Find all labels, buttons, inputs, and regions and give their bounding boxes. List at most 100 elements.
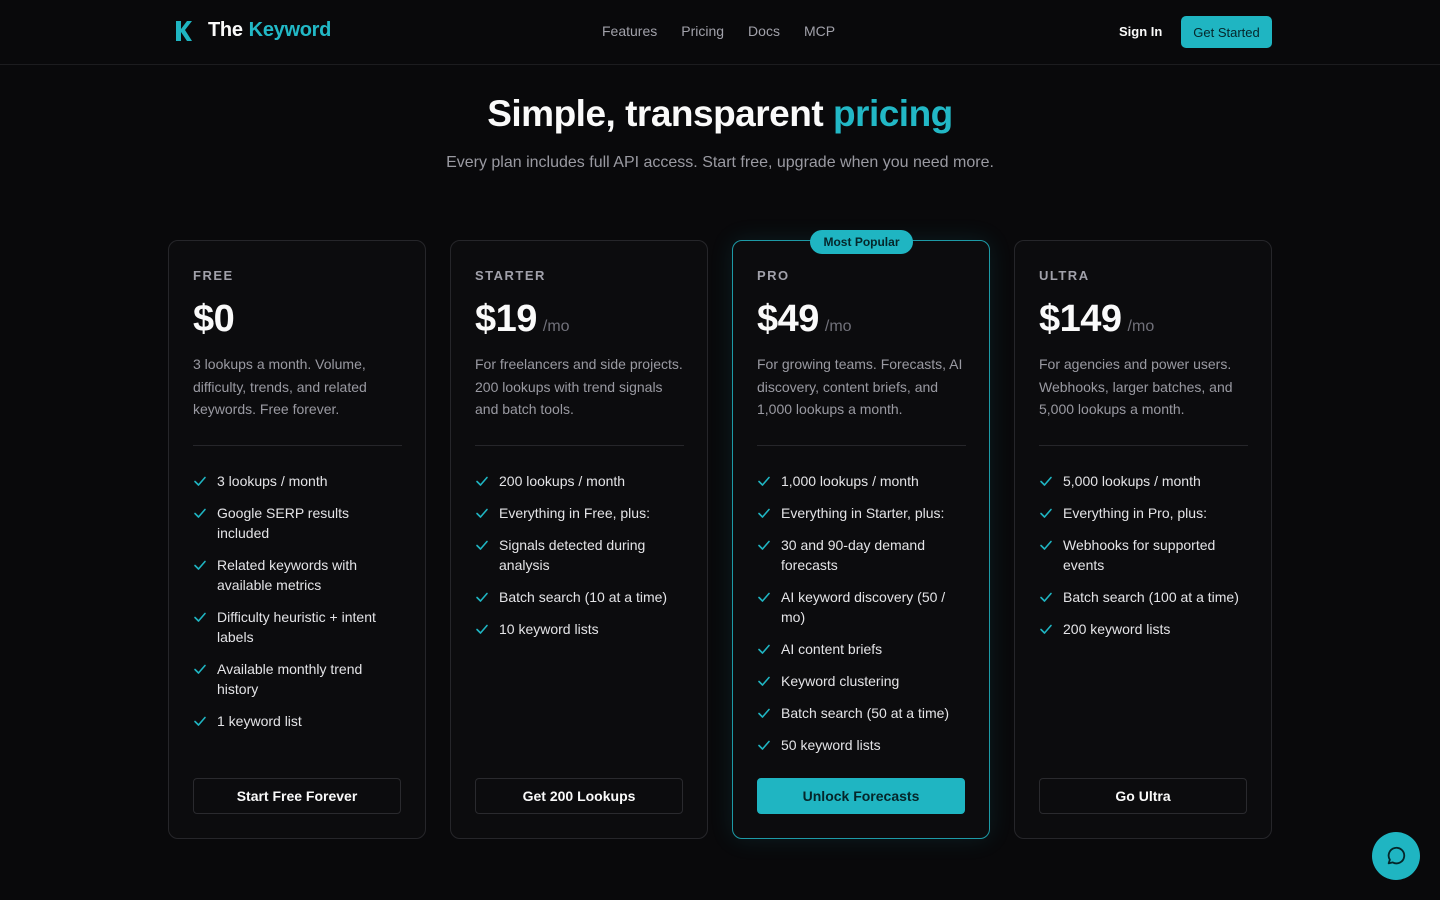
- plan-feature-text: 200 lookups / month: [499, 473, 626, 489]
- check-icon: [1040, 476, 1052, 486]
- check-icon: [194, 612, 206, 622]
- plan-cta-button-pro[interactable]: Unlock Forecasts: [757, 778, 965, 814]
- plan-feature-list: 5,000 lookups / month Everything in Pro, …: [1039, 471, 1251, 651]
- plan-tier: ULTRA: [1039, 268, 1090, 283]
- plan-feature-item: Google SERP results included: [193, 503, 405, 543]
- plan-feature-text: 1 keyword list: [217, 713, 302, 729]
- plan-description: For growing teams. Forecasts, AI discove…: [757, 356, 963, 417]
- plan-feature-item: Everything in Starter, plus:: [757, 503, 969, 523]
- plan-feature-item: Difficulty heuristic + intent labels: [193, 607, 405, 647]
- plan-feature-text: Everything in Starter, plus:: [781, 505, 945, 521]
- check-icon: [476, 540, 488, 550]
- plan-divider: [193, 445, 402, 446]
- plan-feature-text: 3 lookups / month: [217, 473, 328, 489]
- plan-feature-item: Everything in Free, plus:: [475, 503, 687, 523]
- plan-feature-text: 30 and 90-day demand forecasts: [781, 537, 925, 573]
- plan-feature-text: Batch search (50 at a time): [781, 705, 950, 721]
- check-icon: [758, 476, 770, 486]
- plan-cta-button-free[interactable]: Start Free Forever: [193, 778, 401, 814]
- plan-price: $0: [193, 298, 235, 340]
- plan-card-free: FREE $0 3 lookups a month. Volume, diffi…: [168, 240, 426, 839]
- plan-cta-button-ultra[interactable]: Go Ultra: [1039, 778, 1247, 814]
- plan-feature-text: Batch search (100 at a time): [1063, 589, 1239, 605]
- check-icon: [194, 560, 206, 570]
- plan-price-row: $0: [193, 298, 240, 341]
- plan-price: $19: [475, 298, 537, 340]
- plan-feature-item: 50 keyword lists: [757, 735, 969, 755]
- check-icon: [476, 592, 488, 602]
- plan-feature-item: Webhooks for supported events: [1039, 535, 1251, 575]
- plan-feature-item: Related keywords with available metrics: [193, 555, 405, 595]
- plan-feature-text: Available monthly trend history: [217, 661, 363, 697]
- chat-launcher-button[interactable]: [1372, 832, 1420, 880]
- plan-feature-text: Keyword clustering: [781, 673, 900, 689]
- get-started-button[interactable]: Get Started: [1181, 16, 1272, 48]
- plan-feature-item: 10 keyword lists: [475, 619, 687, 639]
- plan-period: /mo: [824, 318, 852, 335]
- plan-price-row: $49 /mo: [757, 298, 852, 341]
- plan-description: For freelancers and side projects. 200 l…: [475, 356, 683, 417]
- plan-cta-button-starter[interactable]: Get 200 Lookups: [475, 778, 683, 814]
- plan-description: 3 lookups a month. Volume, difficulty, t…: [193, 356, 367, 417]
- brand-logo[interactable]: The Keyword: [175, 19, 331, 42]
- check-icon: [194, 508, 206, 518]
- plan-feature-list: 1,000 lookups / month Everything in Start…: [757, 471, 969, 767]
- page-title-accent: pricing: [832, 93, 953, 134]
- check-icon: [194, 664, 206, 674]
- check-icon: [1040, 624, 1052, 634]
- check-icon: [194, 476, 206, 486]
- plan-feature-item: 200 keyword lists: [1039, 619, 1251, 639]
- nav-link-features[interactable]: Features: [602, 23, 657, 39]
- plan-divider: [1039, 445, 1248, 446]
- check-icon: [758, 592, 770, 602]
- plan-feature-item: 30 and 90-day demand forecasts: [757, 535, 969, 575]
- plan-price: $49: [757, 298, 819, 340]
- brand-name: The Keyword: [208, 19, 331, 42]
- check-icon: [1040, 508, 1052, 518]
- plan-feature-item: Signals detected during analysis: [475, 535, 687, 575]
- plan-feature-text: 50 keyword lists: [781, 737, 881, 753]
- plan-feature-text: Everything in Free, plus:: [499, 505, 650, 521]
- plan-feature-text: Batch search (10 at a time): [499, 589, 668, 605]
- check-icon: [1040, 540, 1052, 550]
- plan-feature-item: Keyword clustering: [757, 671, 969, 691]
- brand-k-icon: [176, 20, 192, 41]
- plan-feature-text: Related keywords with available metrics: [217, 557, 358, 593]
- plan-price: $149: [1039, 298, 1122, 340]
- plan-feature-item: Batch search (10 at a time): [475, 587, 687, 607]
- plan-tier: PRO: [757, 268, 790, 283]
- check-icon: [758, 540, 770, 550]
- plan-feature-text: AI content briefs: [781, 641, 883, 657]
- plan-feature-text: Webhooks for supported events: [1063, 537, 1216, 573]
- check-icon: [758, 508, 770, 518]
- plan-feature-text: Difficulty heuristic + intent labels: [217, 609, 376, 645]
- plan-price-row: $19 /mo: [475, 298, 570, 341]
- check-icon: [476, 508, 488, 518]
- plan-feature-text: Google SERP results included: [217, 505, 350, 541]
- plan-feature-text: Signals detected during analysis: [499, 537, 646, 573]
- most-popular-badge: Most Popular: [810, 230, 913, 254]
- check-icon: [758, 708, 770, 718]
- page-title: Simple, transparent pricing: [0, 93, 1440, 135]
- plan-card-pro: Most Popular PRO $49 /mo For growing team…: [732, 230, 990, 839]
- plan-feature-item: 1 keyword list: [193, 711, 405, 731]
- sign-in-link[interactable]: Sign In: [1119, 24, 1162, 39]
- plan-feature-item: 1,000 lookups / month: [757, 471, 969, 491]
- plan-tier: FREE: [193, 268, 234, 283]
- chat-bubble-icon: [1387, 846, 1406, 865]
- check-icon: [758, 644, 770, 654]
- plan-feature-item: 200 lookups / month: [475, 471, 687, 491]
- plan-description: For agencies and power users. Webhooks, …: [1039, 356, 1233, 417]
- check-icon: [194, 716, 206, 726]
- plan-feature-item: 5,000 lookups / month: [1039, 471, 1251, 491]
- plan-card-starter: STARTER $19 /mo For freelancers and side…: [450, 240, 708, 839]
- plan-feature-text: 5,000 lookups / month: [1063, 473, 1201, 489]
- nav-link-docs[interactable]: Docs: [748, 23, 780, 39]
- plan-feature-text: 1,000 lookups / month: [781, 473, 919, 489]
- plan-tier: STARTER: [475, 268, 546, 283]
- plan-feature-item: 3 lookups / month: [193, 471, 405, 491]
- nav-link-mcp[interactable]: MCP: [804, 23, 835, 39]
- check-icon: [476, 624, 488, 634]
- plan-feature-text: 200 keyword lists: [1063, 621, 1171, 637]
- nav-link-pricing[interactable]: Pricing: [681, 23, 724, 39]
